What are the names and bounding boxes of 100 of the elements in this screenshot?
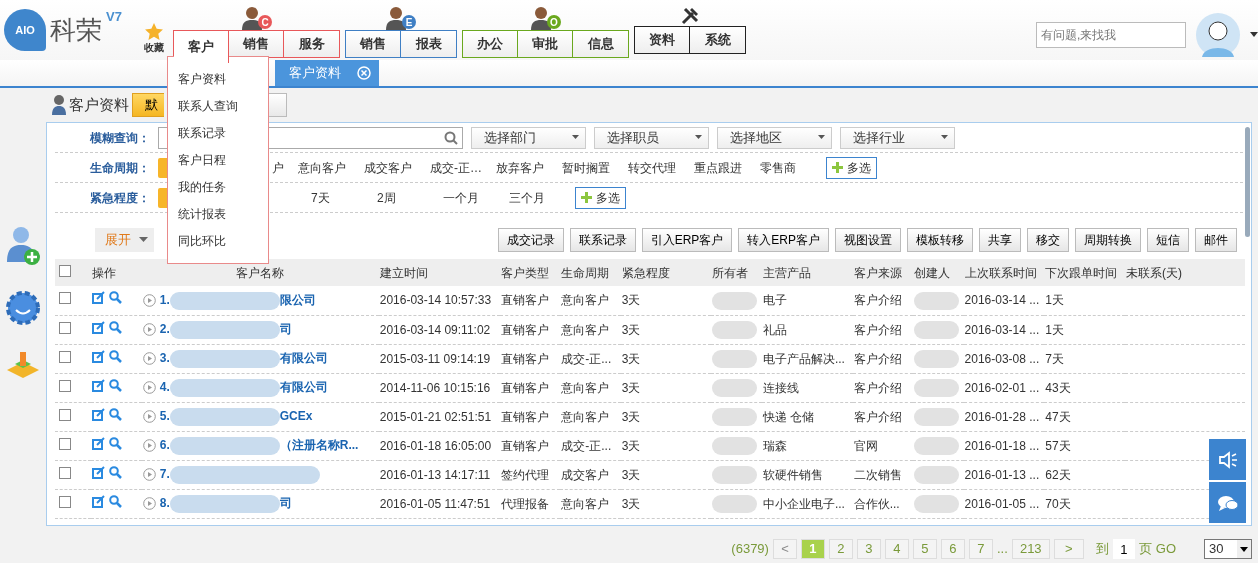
filter-option[interactable]: 成交客户 — [364, 158, 430, 177]
filter-option[interactable]: 转交代理 — [628, 158, 694, 177]
menu-item[interactable]: 联系人查询 — [168, 97, 268, 124]
edit-icon[interactable] — [92, 465, 106, 479]
edit-icon[interactable] — [92, 291, 106, 305]
search-icon[interactable] — [109, 291, 123, 305]
expand-icon[interactable] — [142, 439, 156, 453]
search-icon[interactable] — [109, 320, 123, 334]
action-button[interactable]: 移交 — [1027, 228, 1069, 252]
select-dropdown[interactable]: 选择部门 — [471, 126, 586, 149]
expand-icon[interactable] — [142, 352, 156, 366]
filter-option[interactable]: 三个月 — [509, 188, 575, 207]
expand-icon[interactable] — [142, 381, 156, 395]
checkbox[interactable] — [59, 495, 71, 508]
checkbox[interactable] — [59, 264, 71, 277]
nav-tab[interactable]: 系统 — [690, 27, 745, 53]
expand-icon[interactable] — [142, 410, 156, 424]
multi-select-button[interactable]: 多选 — [826, 156, 877, 179]
nav-tab[interactable]: 资料 — [635, 27, 690, 53]
filter-option[interactable]: 意向客户 — [298, 158, 364, 177]
filter-option[interactable]: 7天 — [311, 188, 377, 207]
action-button[interactable]: 短信 — [1147, 228, 1189, 252]
customer-name[interactable]: （注册名称R... — [279, 438, 359, 453]
menu-item[interactable]: 客户资料 — [168, 70, 268, 97]
expand-icon[interactable] — [142, 497, 156, 511]
edit-icon[interactable] — [92, 436, 106, 450]
column-header[interactable]: 客户名称 — [236, 265, 285, 280]
view-button[interactable]: 默 — [132, 93, 164, 117]
search-icon[interactable] — [109, 436, 123, 450]
edit-icon[interactable] — [92, 494, 106, 508]
scrollbar[interactable] — [1245, 127, 1250, 237]
search-field[interactable]: 有问题,来找我 — [1036, 22, 1186, 48]
avatar[interactable] — [1194, 11, 1242, 59]
star-icon[interactable] — [145, 23, 163, 40]
view-button[interactable] — [269, 93, 287, 117]
action-button[interactable]: 联系记录 — [569, 228, 636, 252]
customer-name[interactable]: 司 — [279, 496, 292, 511]
action-button[interactable]: 转入ERP客户 — [738, 228, 829, 252]
checkbox[interactable] — [59, 466, 71, 479]
checkbox[interactable] — [59, 350, 71, 363]
nav-tab[interactable]: 信息 — [573, 31, 628, 57]
edit-icon[interactable] — [92, 320, 106, 334]
favorites-label[interactable]: 收藏 — [144, 40, 164, 55]
checkbox[interactable] — [59, 321, 71, 334]
gear-icon[interactable] — [5, 290, 41, 326]
filter-option[interactable]: 2周 — [377, 188, 443, 207]
action-button[interactable]: 周期转换 — [1075, 228, 1141, 252]
menu-item[interactable]: 统计报表 — [168, 205, 268, 232]
search-icon[interactable] — [109, 407, 123, 421]
expand-icon[interactable] — [142, 323, 156, 337]
select-dropdown[interactable]: 选择行业 — [840, 126, 955, 149]
nav-tab[interactable]: 报表 — [401, 31, 456, 57]
search-icon[interactable] — [109, 349, 123, 363]
filter-option[interactable]: 暂时搁置 — [562, 158, 628, 177]
filter-option[interactable] — [158, 157, 167, 178]
nav-tab[interactable]: 销售 — [346, 31, 401, 57]
edit-icon[interactable] — [92, 349, 106, 363]
nav-tab[interactable]: 销售 — [229, 31, 284, 57]
nav-tab[interactable]: 办公 — [463, 31, 518, 57]
menu-item[interactable]: 联系记录 — [168, 124, 268, 151]
filter-option[interactable]: 重点跟进 — [694, 158, 760, 177]
page-input[interactable]: 1 — [1112, 539, 1135, 559]
action-button[interactable]: 模板转移 — [907, 228, 973, 252]
page-size-select[interactable]: 30 — [1204, 539, 1252, 559]
search-icon[interactable] — [444, 131, 458, 146]
search-icon[interactable] — [109, 494, 123, 508]
search-input[interactable] — [158, 126, 463, 149]
caret-icon[interactable] — [1250, 32, 1258, 38]
chat-button[interactable] — [1209, 482, 1246, 523]
checkbox[interactable] — [59, 379, 71, 392]
nav-tab[interactable]: 服务 — [284, 31, 339, 57]
customer-name[interactable]: 限公司 — [279, 292, 316, 307]
menu-item[interactable]: 客户日程 — [168, 151, 268, 178]
menu-item[interactable]: 同比环比 — [168, 232, 268, 259]
customer-name[interactable]: 司 — [279, 322, 292, 337]
customer-name[interactable]: GCEx — [279, 409, 313, 424]
checkbox[interactable] — [59, 292, 71, 305]
select-dropdown[interactable]: 选择地区 — [717, 126, 832, 149]
expand-icon[interactable] — [142, 294, 156, 308]
multi-select-button[interactable]: 多选 — [575, 186, 626, 209]
menu-item[interactable]: 我的任务 — [168, 178, 268, 205]
checkbox[interactable] — [59, 437, 71, 450]
filter-option[interactable]: 户 — [272, 158, 298, 177]
search-icon[interactable] — [109, 378, 123, 392]
action-button[interactable]: 共享 — [979, 228, 1021, 252]
expand-icon[interactable] — [142, 468, 156, 482]
nav-tab[interactable]: 审批 — [518, 31, 573, 57]
close-icon[interactable] — [357, 66, 371, 80]
add-user-icon[interactable] — [5, 226, 41, 266]
action-button[interactable]: 邮件 — [1195, 228, 1237, 252]
edit-icon[interactable] — [92, 407, 106, 421]
filter-option[interactable]: 一个月 — [443, 188, 509, 207]
filter-option[interactable]: 成交-正… — [430, 158, 496, 177]
customer-name[interactable]: 有限公司 — [279, 351, 328, 366]
filter-option[interactable]: 放弃客户 — [496, 158, 562, 177]
edit-icon[interactable] — [92, 378, 106, 392]
filter-option[interactable] — [158, 187, 167, 208]
nav-tab[interactable]: 客户 — [174, 31, 229, 63]
action-button[interactable]: 成交记录 — [497, 228, 564, 252]
customer-name[interactable]: 有限公司 — [279, 380, 328, 395]
